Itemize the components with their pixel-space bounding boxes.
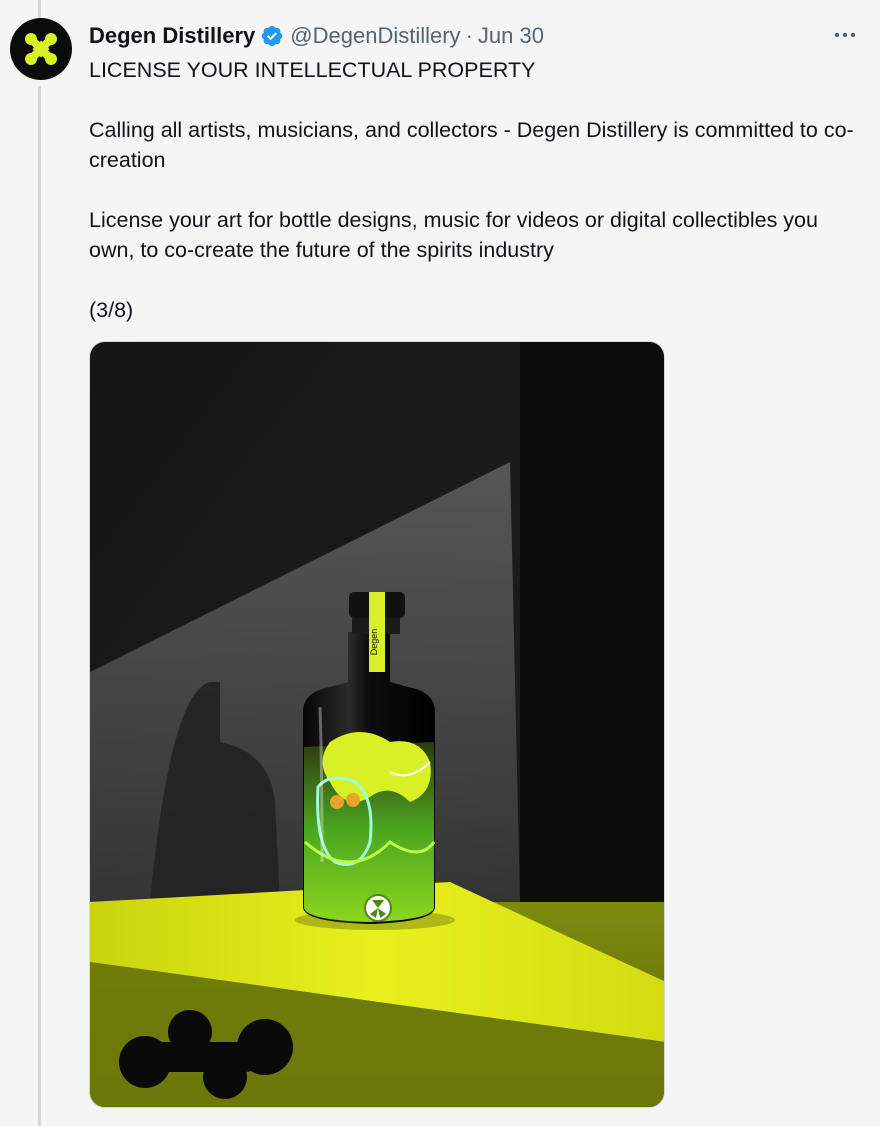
author-handle[interactable]: @DegenDistillery xyxy=(290,21,460,51)
bottle-neck-label: Degen xyxy=(369,629,379,656)
tweet-header: Degen Distillery @DegenDistillery · Jun … xyxy=(89,20,860,52)
avatar[interactable] xyxy=(10,18,72,80)
tweet-text-paragraph: License your art for bottle designs, mus… xyxy=(89,208,818,262)
separator-dot: · xyxy=(465,23,473,48)
author-display-name[interactable]: Degen Distillery xyxy=(89,21,255,51)
more-dots-icon[interactable] xyxy=(832,22,858,48)
tweet-text-paragraph: Calling all artists, musicians, and coll… xyxy=(89,118,854,172)
tweet-text-headline: LICENSE YOUR INTELLECTUAL PROPERTY xyxy=(89,58,536,82)
thread-line-top xyxy=(38,0,41,20)
tweet-media-image[interactable]: Degen xyxy=(89,341,665,1108)
tweet-date[interactable]: Jun 30 xyxy=(478,21,544,51)
bottle-photo: Degen xyxy=(90,342,664,1107)
tweet[interactable]: Degen Distillery @DegenDistillery · Jun … xyxy=(0,0,880,1126)
verified-badge-icon xyxy=(260,24,284,48)
tweet-thread-counter: (3/8) xyxy=(89,298,134,322)
tweet-text: LICENSE YOUR INTELLECTUAL PROPERTY Calli… xyxy=(89,55,869,325)
degen-x-logo-icon xyxy=(25,33,57,65)
thread-line-bottom xyxy=(38,86,41,1126)
